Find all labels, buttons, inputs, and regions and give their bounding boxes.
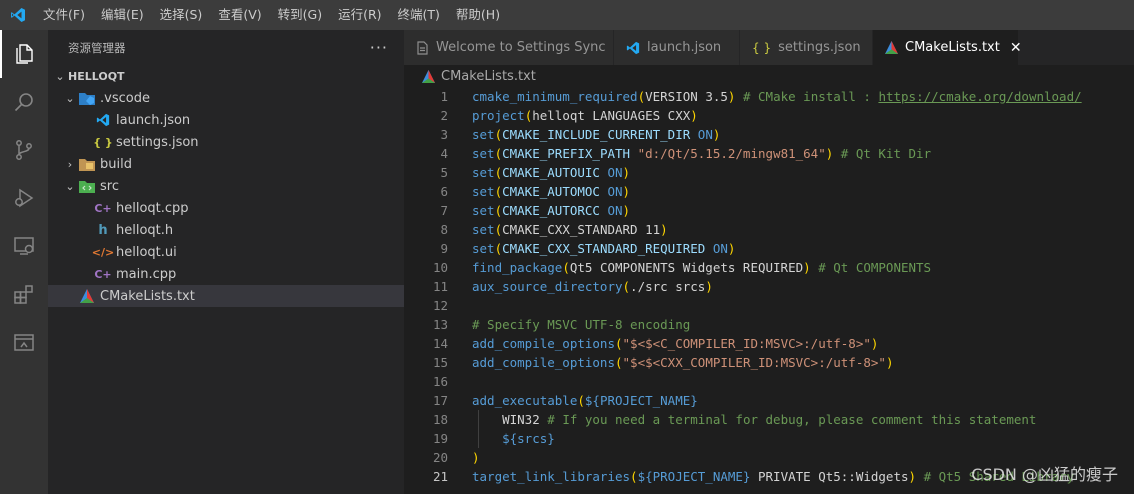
vscode-logo-icon [0,0,35,30]
code-line: 2 project(helloqt LANGUAGES CXX) [440,108,698,123]
json-file-icon: { } [93,135,113,149]
json-file-icon: { } [752,40,772,55]
code-line: 5 set(CMAKE_AUTOUIC ON) [440,165,631,180]
title-bar: 文件(F) 编辑(E) 选择(S) 查看(V) 转到(G) 运行(R) 终端(T… [0,0,1134,30]
explorer-sidebar: 资源管理器 ··· ⌄ HELLOQT ⌄ .vscode launch.jso… [48,30,404,494]
chevron-right-icon: › [67,157,73,171]
extensions-icon[interactable] [0,270,48,318]
chevron-down-icon: ⌄ [65,91,75,105]
vscode-folder-icon [78,90,96,106]
file-main-cpp[interactable]: C+ main.cpp [48,263,404,285]
file-helloqt-h[interactable]: h helloqt.h [48,219,404,241]
explorer-title: 资源管理器 [68,40,126,55]
tab-label: CMakeLists.txt [905,40,1000,55]
code-line: 15 add_compile_options("$<$<CXX_COMPILER_… [432,355,894,370]
tab-cmakelists[interactable]: CMakeLists.txt ✕ [873,30,1022,65]
code-line: 13 # Specify MSVC UTF-8 encoding [432,317,691,332]
code-line: 7 set(CMAKE_AUTORCC ON) [440,203,631,218]
chevron-down-icon: ⌄ [55,69,65,83]
remote-explorer-icon[interactable] [0,222,48,270]
menu-selection[interactable]: 选择(S) [152,0,211,30]
activity-bar [0,30,48,494]
close-icon[interactable]: ✕ [1010,40,1022,56]
chevron-down-icon: ⌄ [65,179,75,193]
folder-src[interactable]: ⌄ src [48,175,404,197]
menu-bar: 文件(F) 编辑(E) 选择(S) 查看(V) 转到(G) 运行(R) 终端(T… [35,0,508,30]
run-debug-icon[interactable] [0,174,48,222]
code-line: 17 add_executable(${PROJECT_NAME} [432,393,698,408]
code-line: 3 set(CMAKE_INCLUDE_CURRENT_DIR ON) [440,127,721,142]
tab-settings-json[interactable]: { } settings.json [740,30,873,65]
code-line: 11 aux_source_directory(./src srcs) [432,279,713,294]
menu-view[interactable]: 查看(V) [210,0,269,30]
folder-label: .vscode [100,90,150,106]
vscode-file-icon [94,112,112,128]
file-settings-json[interactable]: { } settings.json [48,131,404,153]
source-control-icon[interactable] [0,126,48,174]
file-label: helloqt.cpp [116,200,189,216]
file-launch-json[interactable]: launch.json [48,109,404,131]
file-label: helloqt.ui [116,244,177,260]
tab-label: launch.json [647,40,722,55]
build-folder-icon [78,156,96,172]
menu-run[interactable]: 运行(R) [330,0,389,30]
file-helloqt-cpp[interactable]: C+ helloqt.cpp [48,197,404,219]
workspace-title: HELLOQT [68,69,125,83]
code-line: 19 ${srcs} [432,431,555,446]
src-folder-icon [78,178,96,194]
explorer-icon[interactable] [0,30,48,78]
breadcrumb: CMakeLists.txt [404,65,1134,87]
file-cmakelists[interactable]: CMakeLists.txt [48,285,404,307]
menu-go[interactable]: 转到(G) [270,0,330,30]
file-label: launch.json [116,112,191,128]
workspace-section[interactable]: ⌄ HELLOQT [48,65,404,87]
menu-edit[interactable]: 编辑(E) [93,0,152,30]
tab-label: Welcome to Settings Sync [436,40,606,55]
code-line: 4 set(CMAKE_PREFIX_PATH "d:/Qt/5.15.2/min… [440,146,932,161]
tab-launch-json[interactable]: launch.json [614,30,740,65]
file-label: main.cpp [116,266,177,282]
code-line: 18 WIN32 # If you need a terminal for de… [432,412,1037,427]
code-line: 14 add_compile_options("$<$<C_COMPILER_ID… [432,336,879,351]
cpp-file-icon: C+ [94,267,112,281]
panel-icon[interactable] [0,318,48,366]
code-line: 10 find_package(Qt5 COMPONENTS Widgets RE… [432,260,932,275]
file-helloqt-ui[interactable]: </> helloqt.ui [48,241,404,263]
more-actions-icon[interactable]: ··· [370,38,388,57]
code-line: 8 set(CMAKE_CXX_STANDARD 11) [440,222,668,237]
tab-welcome-settings-sync[interactable]: Welcome to Settings Sync [404,30,614,65]
code-line: 16 [432,374,448,389]
editor-area: Welcome to Settings Sync launch.json { }… [404,30,1134,494]
search-icon[interactable] [0,78,48,126]
ui-file-icon: </> [91,245,115,259]
cmake-file-icon [885,41,898,54]
code-line: 12 [432,298,448,313]
folder-label: src [100,178,119,194]
cpp-file-icon: C+ [94,201,112,215]
header-file-icon: h [98,222,108,238]
vscode-file-icon [626,41,640,55]
folder-build[interactable]: › build [48,153,404,175]
file-label: CMakeLists.txt [100,288,195,304]
tab-label: settings.json [778,40,861,55]
file-label: helloqt.h [116,222,174,238]
code-line: 6 set(CMAKE_AUTOMOC ON) [440,184,631,199]
cmake-file-icon [422,69,435,83]
document-icon [416,40,429,55]
code-line: 1 cmake_minimum_required(VERSION 3.5) # C… [440,89,1082,104]
watermark: CSDN @凶猛的瘦子 [971,465,1118,484]
folder-vscode[interactable]: ⌄ .vscode [48,87,404,109]
menu-terminal[interactable]: 终端(T) [390,0,448,30]
folder-label: build [100,156,132,172]
menu-file[interactable]: 文件(F) [35,0,93,30]
breadcrumb-file[interactable]: CMakeLists.txt [441,69,536,84]
cmake-file-icon [78,288,96,304]
menu-help[interactable]: 帮助(H) [448,0,508,30]
code-line: 9 set(CMAKE_CXX_STANDARD_REQUIRED ON) [440,241,736,256]
cmake-download-link[interactable]: https://cmake.org/download/ [878,89,1081,104]
explorer-header: 资源管理器 ··· [48,30,404,65]
tab-bar: Welcome to Settings Sync launch.json { }… [404,30,1134,65]
file-label: settings.json [116,134,199,150]
code-editor[interactable]: 1 cmake_minimum_required(VERSION 3.5) # C… [404,87,1134,486]
